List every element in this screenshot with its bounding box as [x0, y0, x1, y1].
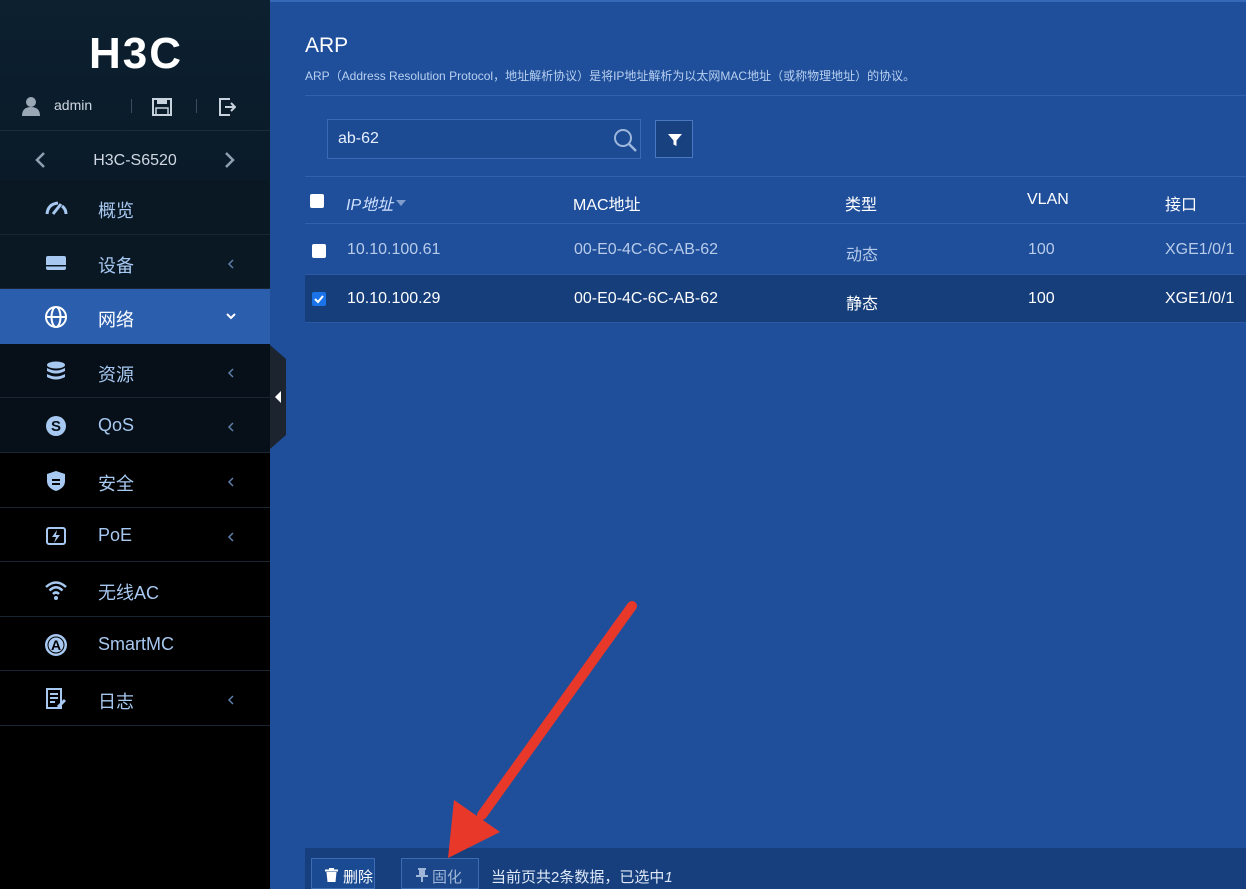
sidebar-collapse-handle[interactable]	[270, 345, 286, 449]
chevron-left-icon	[227, 477, 234, 487]
filter-button[interactable]	[655, 120, 693, 158]
filter-icon	[668, 134, 682, 146]
sidebar: H3C admin H3C-S6520 概览 设备 网络 资源 S QoS 安全…	[0, 0, 270, 889]
divider	[305, 322, 1246, 323]
column-header-interface[interactable]: 接口	[1165, 191, 1197, 215]
log-icon	[46, 688, 67, 710]
menu-label: QoS	[98, 415, 135, 436]
cell-mac: 00-E0-4C-6C-AB-62	[574, 241, 719, 258]
smartmc-icon: A	[45, 633, 67, 656]
device-icon	[46, 255, 66, 270]
column-header-vlan[interactable]: VLAN	[1027, 191, 1069, 209]
cell-mac: 00-E0-4C-6C-AB-62	[574, 290, 719, 307]
chevron-left-icon	[227, 259, 234, 269]
shield-icon	[47, 470, 65, 491]
row-checkbox[interactable]	[312, 244, 326, 258]
pin-icon	[416, 868, 428, 882]
chevron-left-icon	[227, 368, 234, 378]
device-switcher: H3C-S6520	[0, 130, 270, 180]
cell-vlan: 100	[1028, 290, 1055, 307]
user-icon	[22, 97, 40, 116]
search-input[interactable]	[328, 120, 598, 158]
menu-label: 概览	[98, 201, 134, 221]
menu-item-log[interactable]: 日志	[0, 671, 270, 726]
dashboard-icon	[45, 201, 68, 215]
divider	[131, 99, 132, 113]
table-row[interactable]: 10.10.100.61 00-E0-4C-6C-AB-62 动态 100 XG…	[305, 226, 1246, 274]
divider	[305, 223, 1246, 224]
table-header: IP地址 MAC地址 类型 VLAN 接口	[305, 177, 1246, 223]
sort-desc-icon[interactable]	[396, 200, 406, 206]
main-menu: 概览 设备 网络 资源 S QoS 安全 PoE 无线AC A SmartMC …	[0, 180, 270, 726]
chevron-left-icon	[227, 695, 234, 705]
menu-label: 资源	[98, 364, 134, 385]
menu-label: 安全	[98, 473, 134, 494]
svg-text:H3C: H3C	[89, 30, 183, 76]
sidebar-header: H3C admin H3C-S6520	[0, 0, 270, 180]
qos-icon: S	[46, 416, 66, 437]
svg-text:A: A	[51, 637, 61, 653]
trash-icon	[325, 868, 338, 882]
user-name: admin	[54, 97, 93, 113]
row-checkbox-checked[interactable]	[312, 292, 326, 306]
menu-item-qos[interactable]: S QoS	[0, 398, 270, 453]
table-footer: 删除 固化 当前页共2条数据，已选中1	[305, 848, 1246, 889]
delete-button[interactable]: 删除	[311, 858, 375, 889]
menu-item-overview[interactable]: 概览	[0, 180, 270, 235]
menu-item-device[interactable]: 设备	[0, 234, 270, 290]
menu-label: SmartMC	[98, 633, 174, 654]
database-icon	[47, 361, 65, 380]
search-icon[interactable]	[612, 127, 638, 153]
cell-interface: XGE1/0/1	[1165, 290, 1235, 307]
cell-ip: 10.10.100.61	[347, 241, 441, 258]
page-title: ARP	[305, 34, 349, 57]
cell-type: 静态	[846, 296, 879, 313]
page-description: ARP（Address Resolution Protocol，地址解析协议）是…	[305, 69, 916, 83]
cell-vlan: 100	[1028, 241, 1055, 258]
menu-item-smartmc[interactable]: A SmartMC	[0, 616, 270, 672]
column-header-ip[interactable]: IP地址	[346, 191, 393, 215]
divider	[196, 99, 197, 113]
menu-item-wireless-ac[interactable]: 无线AC	[0, 562, 270, 617]
chevron-right-icon[interactable]	[222, 151, 236, 169]
select-all-checkbox[interactable]	[310, 194, 324, 208]
menu-item-network[interactable]: 网络	[0, 289, 270, 344]
save-icon[interactable]	[152, 98, 172, 116]
status-prefix: 当前页共2条数据，已选中	[491, 869, 665, 886]
divider	[305, 95, 1246, 96]
menu-label: PoE	[98, 524, 133, 545]
wifi-icon	[45, 581, 67, 601]
selection-status: 当前页共2条数据，已选中1	[491, 866, 673, 887]
globe-icon	[45, 306, 67, 329]
chevron-down-icon	[226, 313, 236, 320]
top-border	[270, 0, 1246, 2]
pin-label: 固化	[432, 869, 463, 886]
user-row: admin	[0, 92, 270, 122]
selected-count: 1	[664, 869, 673, 886]
search-box	[327, 119, 641, 159]
column-header-type[interactable]: 类型	[845, 191, 877, 215]
menu-item-security[interactable]: 安全	[0, 452, 270, 508]
poe-icon	[46, 526, 66, 545]
menu-item-resource[interactable]: 资源	[0, 343, 270, 399]
chevron-left-icon	[227, 532, 234, 542]
menu-label: 无线AC	[98, 583, 160, 604]
column-header-mac[interactable]: MAC地址	[573, 191, 641, 215]
cell-interface: XGE1/0/1	[1165, 241, 1235, 258]
cell-ip: 10.10.100.29	[347, 290, 441, 307]
menu-label: 日志	[98, 692, 134, 713]
svg-text:S: S	[51, 418, 61, 435]
checkmark-icon	[314, 295, 324, 304]
menu-label: 网络	[98, 310, 134, 331]
menu-label: 设备	[98, 255, 134, 276]
pin-button[interactable]: 固化	[401, 858, 479, 889]
logout-icon[interactable]	[218, 98, 236, 116]
menu-item-poe[interactable]: PoE	[0, 507, 270, 563]
cell-type: 动态	[846, 247, 879, 264]
chevron-left-icon	[227, 422, 234, 432]
table-row-selected[interactable]: 10.10.100.29 00-E0-4C-6C-AB-62 静态 100 XG…	[305, 275, 1246, 323]
delete-label: 删除	[343, 869, 374, 886]
h3c-logo: H3C	[89, 30, 183, 76]
